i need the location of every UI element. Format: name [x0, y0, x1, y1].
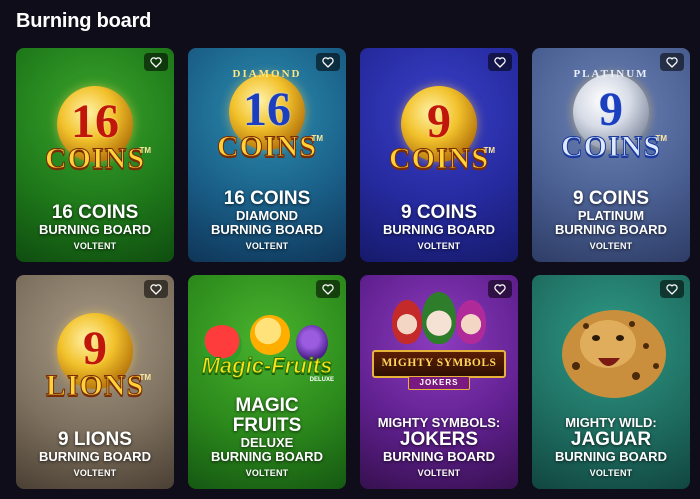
game-card-16-coins-diamond[interactable]: DIAMOND 16 COINS TM 16 COINS DIAMOND BUR…	[188, 48, 346, 262]
favorite-button[interactable]	[144, 280, 168, 298]
logo-number: 9	[599, 82, 623, 136]
logo-word: COINS	[560, 129, 662, 163]
game-logo	[532, 293, 690, 408]
game-variant: BURNING BOARD	[211, 449, 323, 464]
game-provider: VOLTENT	[245, 241, 289, 251]
game-title: 9 LIONS	[58, 429, 132, 450]
game-info: MIGHTY SYMBOLS: JOKERS BURNING BOARD VOL…	[360, 416, 518, 479]
logo-arc-label: DIAMOND	[232, 67, 302, 80]
game-variant: BURNING BOARD	[39, 449, 151, 464]
heart-outline-icon	[150, 56, 162, 68]
logo-number: 9	[427, 94, 451, 148]
game-logo: 9 LIONS TM	[16, 303, 174, 418]
game-variant: BURNING BOARD	[39, 222, 151, 237]
jester-graphic	[422, 291, 456, 344]
game-grid: 16 COINS TM 16 COINS BURNING BOARD VOLTE…	[16, 48, 690, 489]
game-variant: BURNING BOARD	[555, 449, 667, 464]
logo-word: COINS	[216, 129, 318, 163]
game-card-mighty-symbols-jokers[interactable]: MIGHTY SYMBOLS JOKERS MIGHTY SYMBOLS: JO…	[360, 275, 518, 489]
logo-sub: JOKERS	[408, 375, 470, 390]
logo-arc-label: PLATINUM	[573, 67, 649, 80]
jester-graphic	[456, 299, 486, 344]
logo-sub: DELUXE	[309, 376, 334, 383]
logo-word: COINS	[388, 141, 490, 175]
logo-word: Magic-Fruits	[201, 352, 333, 378]
game-info: 9 LIONS BURNING BOARD VOLTENT	[16, 430, 174, 479]
game-logo: DIAMOND 16 COINS TM	[188, 64, 346, 179]
game-title: 9 COINS	[400, 202, 478, 223]
game-card-16-coins[interactable]: 16 COINS TM 16 COINS BURNING BOARD VOLTE…	[16, 48, 174, 262]
jester-graphic	[392, 299, 422, 344]
heart-outline-icon	[150, 283, 162, 295]
game-title: MIGHTY WILD:	[565, 415, 657, 430]
game-provider: VOLTENT	[589, 241, 633, 251]
game-provider: VOLTENT	[589, 468, 633, 478]
game-title: 16 COINS	[51, 202, 139, 223]
game-variant: BURNING BOARD	[383, 222, 495, 237]
logo-word: MIGHTY SYMBOLS	[372, 349, 506, 378]
game-variant: BURNING BOARD	[211, 222, 323, 237]
game-variant: BURNING BOARD	[383, 449, 495, 464]
game-card-magic-fruits-deluxe[interactable]: Magic-Fruits DELUXE MAGIC FRUITS DELUXE …	[188, 275, 346, 489]
logo-number: 9	[83, 321, 107, 375]
game-info: MIGHTY WILD: JAGUAR BURNING BOARD VOLTEN…	[532, 416, 690, 479]
favorite-button[interactable]	[144, 53, 168, 71]
game-title: 9 COINS	[572, 188, 650, 209]
lemon-graphic	[250, 314, 290, 355]
favorite-button[interactable]	[488, 53, 512, 71]
game-subtitle: PLATINUM	[577, 208, 645, 223]
game-subtitle: DIAMOND	[235, 208, 299, 223]
game-provider: VOLTENT	[73, 468, 117, 478]
heart-outline-icon	[494, 56, 506, 68]
game-info: 16 COINS DIAMOND BURNING BOARD VOLTENT	[188, 189, 346, 252]
game-logo: MIGHTY SYMBOLS JOKERS	[360, 289, 518, 404]
game-title-line2: FRUITS	[232, 415, 302, 436]
section-title: Burning board	[16, 10, 152, 32]
heart-outline-icon	[322, 283, 334, 295]
game-title-line2: JAGUAR	[570, 429, 652, 450]
game-subtitle: DELUXE	[240, 435, 294, 450]
game-card-mighty-wild-jaguar[interactable]: MIGHTY WILD: JAGUAR BURNING BOARD VOLTEN…	[532, 275, 690, 489]
game-card-9-coins[interactable]: 9 COINS TM 9 COINS BURNING BOARD VOLTENT	[360, 48, 518, 262]
game-info: MAGIC FRUITS DELUXE BURNING BOARD VOLTEN…	[188, 396, 346, 479]
game-logo: PLATINUM 9 COINS TM	[532, 64, 690, 179]
game-provider: VOLTENT	[245, 468, 289, 478]
game-logo: Magic-Fruits DELUXE	[188, 295, 346, 410]
logo-number: 16	[243, 82, 291, 136]
game-logo: 16 COINS TM	[16, 76, 174, 191]
game-info: 9 COINS BURNING BOARD VOLTENT	[360, 203, 518, 252]
logo-word: LIONS	[45, 368, 145, 402]
game-info: 9 COINS PLATINUM BURNING BOARD VOLTENT	[532, 189, 690, 252]
game-card-9-lions[interactable]: 9 LIONS TM 9 LIONS BURNING BOARD VOLTENT	[16, 275, 174, 489]
game-info: 16 COINS BURNING BOARD VOLTENT	[16, 203, 174, 252]
game-title-line2: JOKERS	[399, 429, 479, 450]
game-provider: VOLTENT	[417, 468, 461, 478]
jaguar-graphic	[562, 309, 666, 398]
game-card-9-coins-platinum[interactable]: PLATINUM 9 COINS TM 9 COINS PLATINUM BUR…	[532, 48, 690, 262]
logo-word: COINS	[44, 141, 146, 175]
game-provider: VOLTENT	[73, 241, 117, 251]
game-title: MAGIC	[235, 395, 299, 416]
logo-number: 16	[71, 94, 119, 148]
game-title: 16 COINS	[223, 188, 311, 209]
game-logo: 9 COINS TM	[360, 76, 518, 191]
game-title: MIGHTY SYMBOLS:	[377, 415, 501, 430]
game-provider: VOLTENT	[417, 241, 461, 251]
game-variant: BURNING BOARD	[555, 222, 667, 237]
